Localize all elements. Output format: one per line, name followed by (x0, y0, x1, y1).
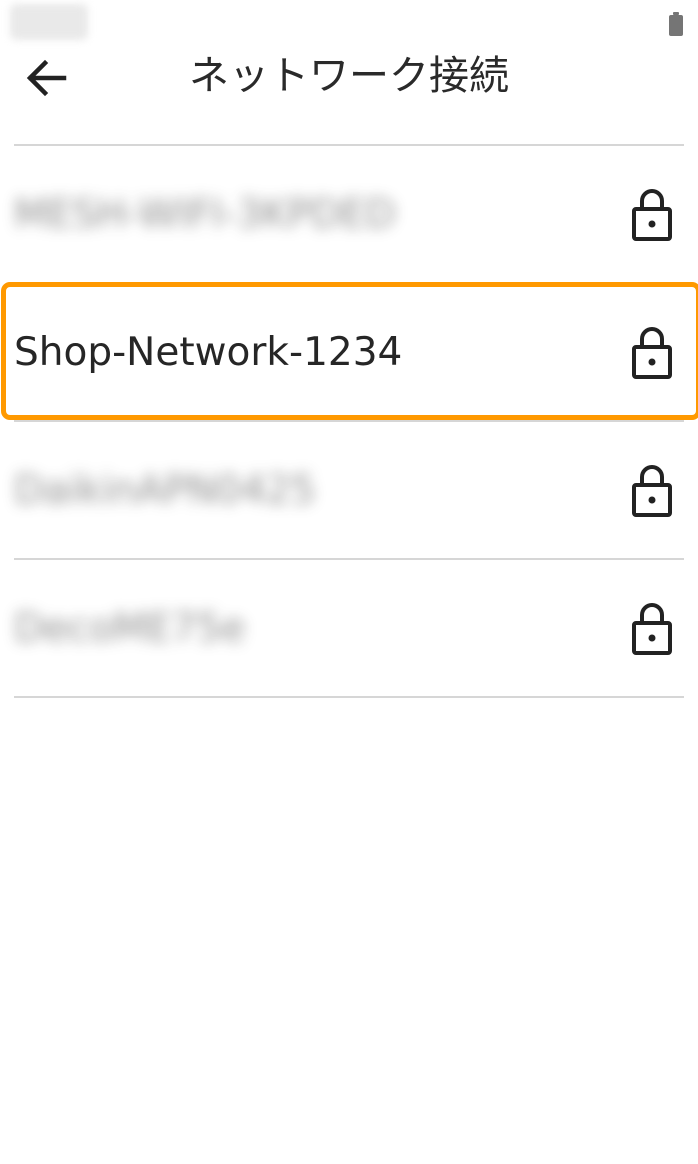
network-row[interactable]: DecoME75e (14, 560, 684, 696)
network-row-selected[interactable]: Shop-Network-1234 (14, 284, 684, 420)
network-name: MESH-WIFI-3KPDED (14, 191, 396, 237)
network-row[interactable]: MESH-WIFI-3KPDED (14, 146, 684, 282)
page-title: ネットワーク接続 (189, 53, 509, 99)
network-name: Shop-Network-1234 (14, 329, 403, 375)
status-time (10, 4, 88, 40)
network-name: DecoME75e (14, 605, 246, 651)
battery-icon (669, 12, 683, 36)
app-bar: ネットワーク接続 (0, 44, 698, 108)
divider (14, 696, 684, 698)
lock-icon (632, 327, 672, 379)
status-bar (0, 0, 698, 44)
network-list: MESH-WIFI-3KPDED Shop-Network-1234 Daiki… (14, 144, 684, 698)
lock-icon (632, 465, 672, 517)
network-name: DaikinAPN0425 (14, 467, 316, 513)
lock-icon (632, 603, 672, 655)
network-row[interactable]: DaikinAPN0425 (14, 422, 684, 558)
lock-icon (632, 189, 672, 241)
wifi-network-screen: ネットワーク接続 MESH-WIFI-3KPDED Shop-Network-1… (0, 0, 698, 1164)
